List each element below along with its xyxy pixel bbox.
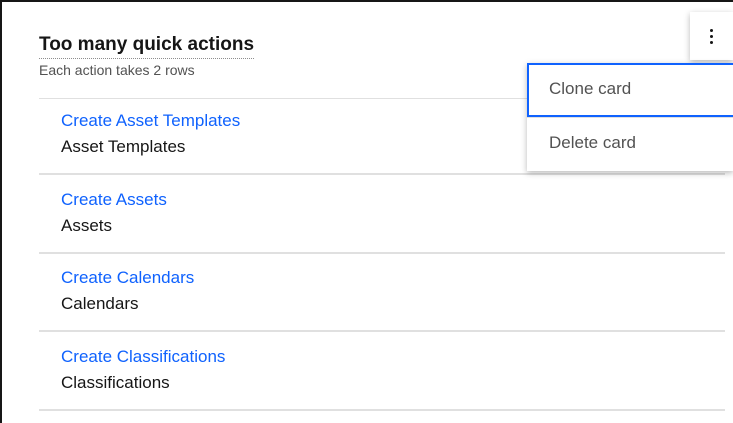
card-header: Too many quick actions Each action takes… <box>39 34 255 78</box>
overflow-menu: Clone card Delete card <box>527 63 733 171</box>
overflow-menu-vertical-icon <box>710 28 713 44</box>
create-calendars-link[interactable]: Create Calendars <box>61 268 194 288</box>
quick-action-label: Calendars <box>61 294 139 313</box>
create-assets-link[interactable]: Create Assets <box>61 190 167 210</box>
quick-action-label: Classifications <box>61 373 170 392</box>
card-subtitle: Each action takes 2 rows <box>39 62 195 78</box>
quick-action-label: Asset Templates <box>61 137 186 156</box>
clone-card-menu-item[interactable]: Clone card <box>527 63 733 117</box>
create-classifications-link[interactable]: Create Classifications <box>61 347 225 367</box>
quick-action-item: Create Assets Assets <box>39 178 725 254</box>
card-title: Too many quick actions <box>39 34 255 59</box>
quick-action-label: Assets <box>61 216 113 235</box>
quick-action-item: Create Classifications Classifications <box>39 335 725 411</box>
create-asset-templates-link[interactable]: Create Asset Templates <box>61 111 240 131</box>
overflow-menu-button[interactable] <box>690 12 733 60</box>
delete-card-menu-item[interactable]: Delete card <box>527 117 733 171</box>
quick-action-item: Create Calendars Calendars <box>39 256 725 332</box>
